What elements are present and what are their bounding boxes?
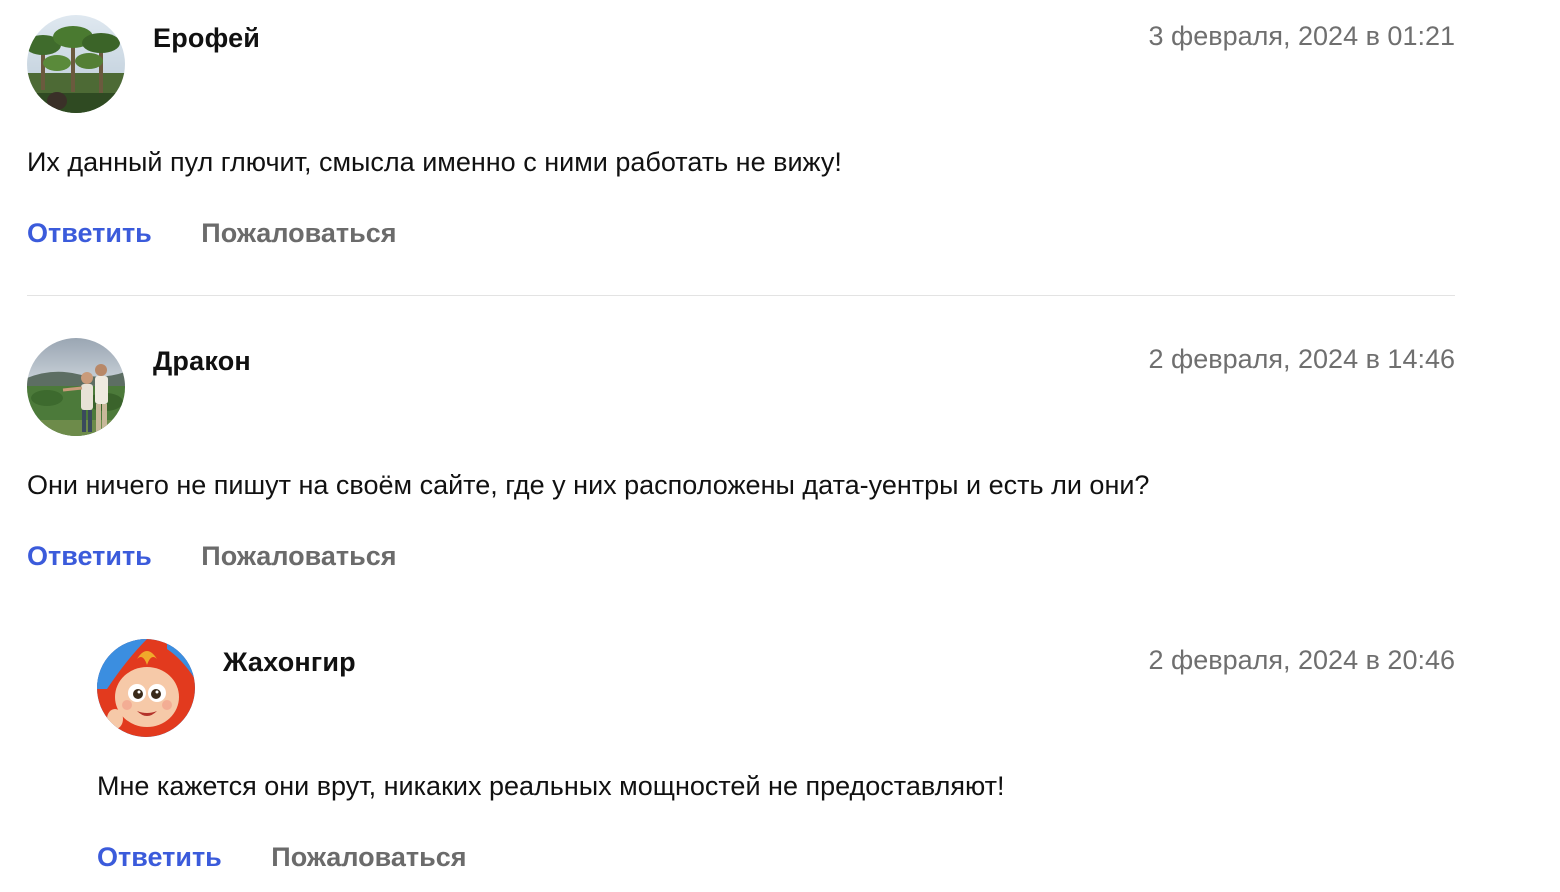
comment-text: Мне кажется они врут, никаких реальных м…: [97, 771, 1005, 801]
comment-author[interactable]: Ерофей: [153, 23, 260, 54]
comment-author[interactable]: Жахонгир: [223, 647, 356, 678]
comment-actions: Ответить Пожаловаться: [27, 218, 396, 249]
comment-actions: Ответить Пожаловаться: [97, 842, 466, 873]
report-link[interactable]: Пожаловаться: [271, 842, 466, 872]
palm-trees-photo-icon: [27, 15, 125, 113]
comment-date: 2 февраля, 2024 в 20:46: [1148, 645, 1455, 675]
user-avatar[interactable]: [97, 639, 195, 737]
comment-text: Они ничего не пишут на своём сайте, где …: [27, 470, 1150, 500]
cartoon-baby-icon: [97, 639, 195, 737]
comment-actions: Ответить Пожаловаться: [27, 541, 396, 572]
reply-link[interactable]: Ответить: [27, 541, 152, 571]
comment-divider: [27, 295, 1455, 296]
comment-text: Их данный пул глючит, смысла именно с ни…: [27, 147, 842, 177]
couple-landscape-photo-icon: [27, 338, 125, 436]
comment-date: 3 февраля, 2024 в 01:21: [1148, 21, 1455, 51]
user-avatar[interactable]: [27, 338, 125, 436]
report-link[interactable]: Пожаловаться: [201, 541, 396, 571]
user-avatar[interactable]: [27, 15, 125, 113]
comment-author[interactable]: Дракон: [153, 346, 251, 377]
reply-link[interactable]: Ответить: [27, 218, 152, 248]
reply-link[interactable]: Ответить: [97, 842, 222, 872]
report-link[interactable]: Пожаловаться: [201, 218, 396, 248]
comment-date: 2 февраля, 2024 в 14:46: [1148, 344, 1455, 374]
